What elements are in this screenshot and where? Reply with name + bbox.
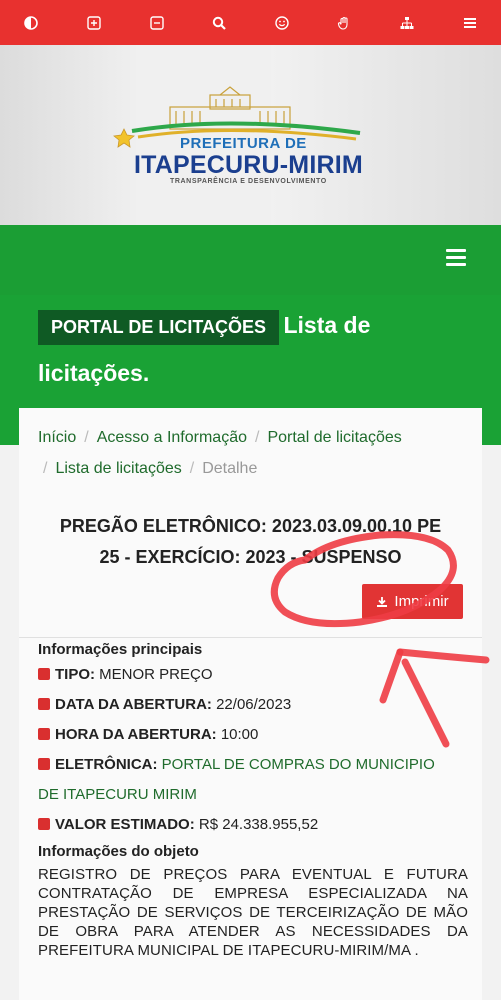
prefeitura-logo[interactable]: PREFEITURA DE ITAPECURU-MIRIM TRANSPARÊN… [110, 85, 370, 185]
bullet-icon [38, 698, 50, 710]
portal-badge: PORTAL DE LICITAÇÕES [38, 310, 280, 345]
bullet-icon [38, 668, 50, 680]
zoom-out-icon[interactable] [125, 0, 188, 45]
info-row-eletronica: ELETRÔNICA: PORTAL DE COMPRAS DO MUNICIP… [38, 750, 468, 780]
site-header: PREFEITURA DE ITAPECURU-MIRIM TRANSPARÊN… [0, 45, 501, 225]
page-title-part2: licitações. [38, 360, 150, 386]
breadcrumb-portal-licitacoes[interactable]: Portal de licitações [267, 429, 401, 446]
bullet-icon [38, 758, 50, 770]
sitemap-icon[interactable] [376, 0, 439, 45]
info-row-data: DATA DA ABERTURA: 22/06/2023 [38, 690, 468, 720]
page-title: PORTAL DE LICITAÇÕES Lista de [38, 310, 478, 345]
menu-icon[interactable] [438, 0, 501, 45]
divider [19, 637, 482, 638]
logo-line2: ITAPECURU-MIRIM [134, 151, 363, 179]
breadcrumb: Início / Acesso a Informação / Portal de lic… [38, 429, 402, 477]
search-icon[interactable] [188, 0, 251, 45]
contrast-icon[interactable] [0, 0, 63, 45]
print-button-label: Imprimir [394, 593, 449, 610]
info-row-valor: VALOR ESTIMADO: R$ 24.338.955,52 [38, 810, 468, 840]
licitacao-title: PREGÃO ELETRÔNICO: 2023.03.09.00.10 PE 2… [19, 511, 482, 573]
content-card: Início / Acesso a Informação / Portal de lic… [19, 408, 482, 1000]
logo-line1: PREFEITURA DE [180, 135, 307, 152]
zoom-in-icon[interactable] [63, 0, 126, 45]
main-navbar [0, 225, 501, 295]
info-row-hora: HORA DA ABERTURA: 10:00 [38, 720, 468, 750]
objeto-text: REGISTRO DE PREÇOS PARA EVENTUAL E FUTUR… [38, 866, 468, 959]
bullet-icon [38, 818, 50, 830]
eletronica-link[interactable]: PORTAL DE COMPRAS DO MUNICIPIO [162, 756, 435, 773]
licitacao-title-line1: PREGÃO ELETRÔNICO: 2023.03.09.00.10 PE [59, 516, 442, 536]
hand-icon[interactable] [313, 0, 376, 45]
download-icon [377, 596, 388, 607]
smile-icon[interactable] [251, 0, 314, 45]
breadcrumb-current: Detalhe [202, 460, 258, 477]
info-row-tipo: TIPO: MENOR PREÇO [38, 660, 468, 690]
page-title-part1: Lista de [283, 312, 371, 338]
eletronica-link-cont[interactable]: DE ITAPECURU MIRIM [38, 786, 197, 803]
info-heading: Informações principais [38, 641, 203, 658]
logo-line3: TRANSPARÊNCIA E DESENVOLVIMENTO [170, 178, 327, 185]
print-button[interactable]: Imprimir [362, 584, 463, 619]
objeto-heading: Informações do objeto [38, 843, 199, 860]
breadcrumb-inicio[interactable]: Início [38, 429, 76, 446]
breadcrumb-lista-licitacoes[interactable]: Lista de licitações [55, 460, 181, 477]
breadcrumb-acesso-informacao[interactable]: Acesso a Informação [97, 429, 247, 446]
info-row-eletronica-cont: DE ITAPECURU MIRIM [38, 780, 468, 810]
bullet-icon [38, 728, 50, 740]
info-section: Informações principais TIPO: MENOR PREÇO… [38, 640, 468, 960]
accessibility-toolbar [0, 0, 501, 45]
hamburger-menu-icon[interactable] [446, 249, 466, 266]
licitacao-title-line2: 25 - EXERCÍCIO: 2023 - SUSPENSO [99, 547, 402, 567]
